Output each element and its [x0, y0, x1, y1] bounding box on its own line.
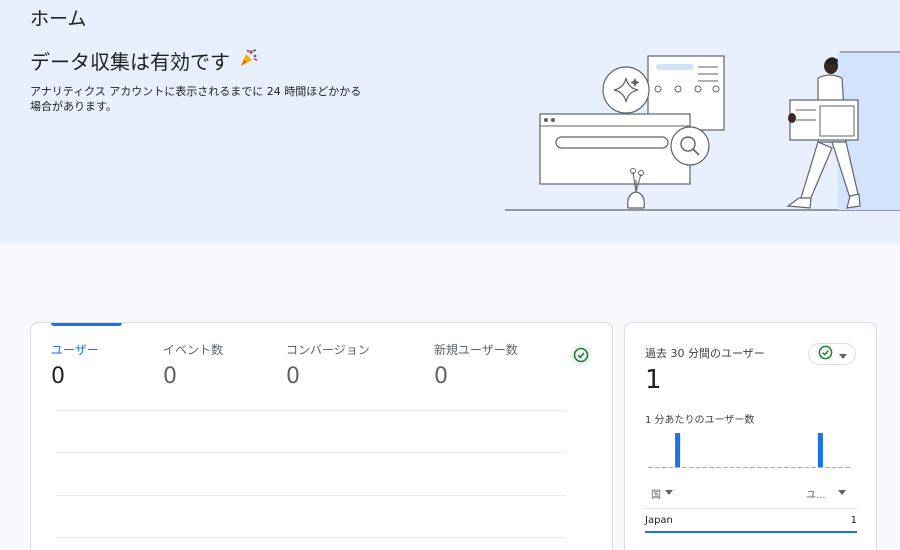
- chart-baseline-tick: [783, 467, 789, 468]
- banner-heading-text: データ収集は有効です: [30, 50, 230, 74]
- hero-banner: ホーム データ収集は有効です アナリティクス アカウントに表示されるまでに 24…: [0, 0, 900, 244]
- active-tab-indicator: [51, 323, 122, 326]
- chart-baseline-tick: [675, 467, 681, 468]
- chart-baseline-tick: [715, 467, 721, 468]
- metric-label: 新規ユーザー数: [434, 343, 518, 357]
- realtime-user-count: 1: [645, 365, 662, 395]
- realtime-title: 過去 30 分間のユーザー: [645, 347, 765, 360]
- chart-baseline-tick: [797, 467, 803, 468]
- metric-column-header[interactable]: ユ...: [806, 486, 846, 501]
- metric-value: 0: [286, 364, 300, 389]
- chart-gridline: [56, 537, 566, 538]
- chart-baseline-tick: [817, 467, 823, 468]
- chart-baseline-tick: [702, 467, 708, 468]
- chart-gridline: [56, 452, 566, 453]
- table-divider: [645, 508, 857, 509]
- chart-baseline-tick: [831, 467, 837, 468]
- check-circle-icon[interactable]: [570, 344, 592, 366]
- chart-baseline-tick: [654, 467, 660, 468]
- realtime-chart-label: 1 分あたりのユーザー数: [645, 415, 755, 426]
- banner-heading: データ収集は有効です: [30, 46, 258, 75]
- chart-baseline-tick: [668, 467, 674, 468]
- country-name: Japan: [645, 515, 673, 526]
- chart-gridline: [56, 410, 566, 411]
- chart-baseline-tick: [763, 467, 769, 468]
- metric-tab-conversions[interactable]: コンバージョン 0: [286, 341, 370, 389]
- chart-baseline-tick: [749, 467, 755, 468]
- chart-baseline-tick: [790, 467, 796, 468]
- chart-baseline-tick: [838, 467, 844, 468]
- realtime-card: 過去 30 分間のユーザー 1 1 分あたりのユーザー数 国 ユ... Japa…: [624, 322, 877, 550]
- metric-column-label: ユ...: [806, 490, 826, 501]
- page-title: ホーム: [30, 8, 87, 30]
- chart-baseline-tick: [756, 467, 762, 468]
- share-bar: [645, 531, 857, 533]
- chart-baseline-tick: [811, 467, 817, 468]
- data-collection-illustration: [505, 51, 900, 211]
- country-user-count: 1: [850, 515, 857, 526]
- chart-bar[interactable]: [817, 433, 823, 467]
- chevron-down-icon: [665, 488, 673, 499]
- chart-baseline-tick: [736, 467, 742, 468]
- dimension-label: 国: [651, 490, 661, 501]
- banner-description: アナリティクス アカウントに表示されるまでに 24 時間ほどかかる場合があります…: [30, 85, 362, 113]
- chart-baseline-tick: [729, 467, 735, 468]
- chevron-down-icon: [838, 345, 847, 364]
- chart-baseline-tick: [681, 467, 687, 468]
- metric-tab-users[interactable]: ユーザー 0: [51, 341, 99, 389]
- chart-baseline-tick: [777, 467, 783, 468]
- realtime-status-button[interactable]: [808, 343, 856, 365]
- chart-baseline-tick: [770, 467, 776, 468]
- dimension-column-header[interactable]: 国: [651, 486, 673, 501]
- chart-baseline-tick: [688, 467, 694, 468]
- chart-baseline-tick: [743, 467, 749, 468]
- metric-tab-new-users[interactable]: 新規ユーザー数 0: [434, 341, 518, 389]
- check-circle-icon: [818, 345, 833, 364]
- chart-baseline-tick: [695, 467, 701, 468]
- chart-baseline-tick: [845, 467, 851, 468]
- metric-tab-events[interactable]: イベント数 0: [163, 341, 223, 389]
- metric-label: ユーザー: [51, 343, 99, 357]
- metric-label: コンバージョン: [286, 343, 370, 357]
- overview-card: ユーザー 0 イベント数 0 コンバージョン 0 新規ユーザー数 0: [30, 322, 613, 550]
- chart-baseline-tick: [709, 467, 715, 468]
- metric-label: イベント数: [163, 343, 224, 357]
- chart-gridline: [56, 495, 566, 496]
- chart-baseline-tick: [804, 467, 810, 468]
- chart-baseline-tick: [647, 467, 653, 468]
- metric-value: 0: [434, 364, 448, 389]
- metric-value: 0: [51, 364, 65, 389]
- chart-baseline-tick: [722, 467, 728, 468]
- chevron-down-icon: [837, 488, 846, 499]
- party-popper-icon: [238, 48, 258, 73]
- chart-baseline-tick: [824, 467, 830, 468]
- metric-value: 0: [163, 364, 177, 389]
- chart-bar[interactable]: [675, 433, 681, 467]
- users-per-minute-chart: [647, 433, 851, 468]
- table-row[interactable]: Japan 1: [645, 513, 857, 533]
- chart-baseline-tick: [661, 467, 667, 468]
